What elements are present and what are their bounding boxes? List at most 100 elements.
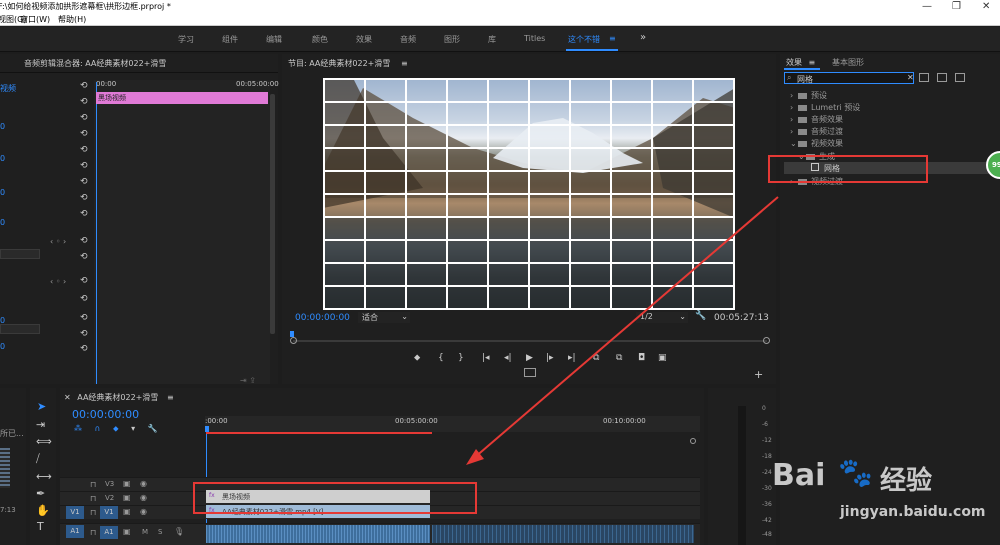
keyframe-nav[interactable]: ‹ ◦ › xyxy=(50,237,66,246)
tree-item-lumetri-presets[interactable]: › Lumetri 预设 xyxy=(790,102,860,113)
workspace-custom[interactable]: 这个不错 xyxy=(568,34,600,45)
timeline-menu-icon[interactable]: ≡ xyxy=(167,393,174,402)
reset-icon[interactable]: ⟲ xyxy=(80,113,88,123)
work-area-bar[interactable] xyxy=(206,432,432,434)
track-select-tool-icon[interactable]: ⇥ xyxy=(36,418,45,431)
workspace-menu-icon[interactable]: ≡ xyxy=(609,34,616,43)
sync-lock-icon[interactable]: ▣ xyxy=(123,527,131,536)
param-dropdown[interactable] xyxy=(0,324,40,334)
comparison-view-icon[interactable]: ▣ xyxy=(658,353,667,363)
extract-icon[interactable]: ⧉ xyxy=(616,353,622,363)
reset-icon[interactable]: ⟲ xyxy=(80,145,88,155)
marker-icon[interactable]: ▾ xyxy=(131,424,135,433)
timeline-tab[interactable]: ✕ AA经典素材022+滑雪 ≡ xyxy=(64,392,174,403)
eye-icon[interactable]: ◉ xyxy=(140,507,147,516)
reset-icon[interactable]: ⟲ xyxy=(80,313,88,323)
video-preview[interactable] xyxy=(323,78,735,310)
go-to-out-icon[interactable]: ▸| xyxy=(568,353,576,363)
timeline-ruler[interactable]: :00:00 00:05:00:00 00:10:00:00 xyxy=(205,416,700,432)
close-button[interactable]: ✕ xyxy=(982,0,990,13)
tree-item-presets[interactable]: › 预设 xyxy=(790,90,827,101)
workspace-learn[interactable]: 学习 xyxy=(178,34,194,45)
reset-icon[interactable]: ⟲ xyxy=(80,236,88,246)
safe-margins-icon[interactable] xyxy=(524,368,536,377)
microphone-icon[interactable]: 🎙 xyxy=(174,527,184,536)
mark-out-icon[interactable]: } xyxy=(458,353,464,363)
type-tool-icon[interactable]: T xyxy=(37,520,44,533)
razor-tool-icon[interactable]: ⧸ xyxy=(36,452,40,466)
reset-icon[interactable]: ⟲ xyxy=(80,129,88,139)
source-patch-v1[interactable]: V1 xyxy=(66,506,84,519)
lock-icon[interactable]: ⊓ xyxy=(90,480,96,489)
slip-tool-icon[interactable]: ⟷ xyxy=(36,470,52,483)
play-icon[interactable]: ▶ xyxy=(526,353,533,363)
keyframe-nav[interactable]: ‹ ◦ › xyxy=(50,277,66,286)
eye-icon[interactable]: ◉ xyxy=(140,493,147,502)
workspace-assembly[interactable]: 组件 xyxy=(222,34,238,45)
lock-icon[interactable]: ⊓ xyxy=(90,494,96,503)
pen-tool-icon[interactable]: ✒ xyxy=(36,487,45,500)
step-forward-icon[interactable]: |▸ xyxy=(546,353,554,363)
clear-icon[interactable]: ✕ xyxy=(907,73,914,82)
audio-target-a1[interactable]: A1 xyxy=(66,525,84,538)
program-menu-icon[interactable]: ≡ xyxy=(401,59,408,68)
workspace-effects[interactable]: 效果 xyxy=(356,34,372,45)
param-value[interactable]: 0 xyxy=(0,218,5,227)
workspace-overflow-icon[interactable]: » xyxy=(640,32,646,43)
sync-lock-icon[interactable]: ▣ xyxy=(123,493,131,502)
mark-in-icon[interactable]: { xyxy=(438,353,444,363)
sync-lock-icon[interactable]: ▣ xyxy=(123,507,131,516)
reset-icon[interactable]: ⟲ xyxy=(80,329,88,339)
eye-icon[interactable]: ◉ xyxy=(140,479,147,488)
param-value[interactable]: 0 xyxy=(0,154,5,163)
timeline-timecode[interactable]: 00:00:00:00 xyxy=(72,408,139,421)
sync-lock-icon[interactable]: ▣ xyxy=(123,479,131,488)
effects-search-box[interactable]: ⌕ 网格 ✕ xyxy=(784,72,914,84)
workspace-editing[interactable]: 编辑 xyxy=(266,34,282,45)
program-playhead[interactable] xyxy=(290,331,294,337)
mute-button[interactable]: M xyxy=(142,528,148,536)
reset-icon[interactable]: ⟲ xyxy=(80,252,88,262)
tree-item-audio-effects[interactable]: › 音频效果 xyxy=(790,114,843,125)
close-icon[interactable]: ✕ xyxy=(64,393,71,402)
ripple-edit-tool-icon[interactable]: ⟺ xyxy=(36,435,52,448)
add-button-icon[interactable]: + xyxy=(754,368,763,381)
workspace-library[interactable]: 库 xyxy=(488,34,496,45)
reset-icon[interactable]: ⟲ xyxy=(80,344,88,354)
menu-window[interactable]: 窗口(W) xyxy=(20,13,50,26)
lock-icon[interactable]: ⊓ xyxy=(90,508,96,517)
reset-icon[interactable]: ⟲ xyxy=(80,294,88,304)
zoom-handle[interactable] xyxy=(690,438,696,444)
workspace-color[interactable]: 颜色 xyxy=(312,34,328,45)
workspace-graphics[interactable]: 图形 xyxy=(444,34,460,45)
go-to-in-icon[interactable]: |◂ xyxy=(482,353,490,363)
tree-item-video-effects[interactable]: ⌄ 视频效果 xyxy=(790,138,843,149)
snap-icon[interactable]: ⁂ xyxy=(74,424,82,433)
step-back-icon[interactable]: ◂| xyxy=(504,353,512,363)
lock-icon[interactable]: ⊓ xyxy=(90,528,96,537)
reset-icon[interactable]: ⟲ xyxy=(80,209,88,219)
tab-effects[interactable]: 效果 ≡ xyxy=(786,57,815,68)
param-value[interactable]: 0 xyxy=(0,342,5,351)
param-value[interactable]: 0 xyxy=(0,188,5,197)
track-label[interactable]: V1 xyxy=(100,506,118,519)
program-scrub-bar[interactable] xyxy=(293,340,767,342)
32bit-effects-icon[interactable] xyxy=(937,73,947,82)
wrench-icon[interactable]: 🔧 xyxy=(695,311,706,321)
workspace-audio[interactable]: 音频 xyxy=(400,34,416,45)
hand-tool-icon[interactable]: ✋ xyxy=(36,504,50,517)
reset-icon[interactable]: ⟲ xyxy=(80,97,88,107)
export-icons[interactable]: ⇥ ⇪ xyxy=(240,376,256,385)
reset-icon[interactable]: ⟲ xyxy=(80,81,88,91)
maximize-button[interactable]: ❐ xyxy=(952,0,961,13)
workspace-titles[interactable]: Titles xyxy=(524,34,545,43)
scrub-handle-left[interactable] xyxy=(290,337,297,344)
yuv-effects-icon[interactable] xyxy=(955,73,965,82)
tree-item-audio-transitions[interactable]: › 音频过渡 xyxy=(790,126,843,137)
add-marker-icon[interactable]: ⬥ xyxy=(113,424,119,433)
export-frame-icon[interactable]: ◘ xyxy=(638,353,645,363)
accelerated-effects-icon[interactable] xyxy=(919,73,929,82)
program-timecode[interactable]: 00:00:00:00 xyxy=(295,313,350,323)
reset-icon[interactable]: ⟲ xyxy=(80,177,88,187)
search-input[interactable]: 网格 xyxy=(797,74,813,85)
